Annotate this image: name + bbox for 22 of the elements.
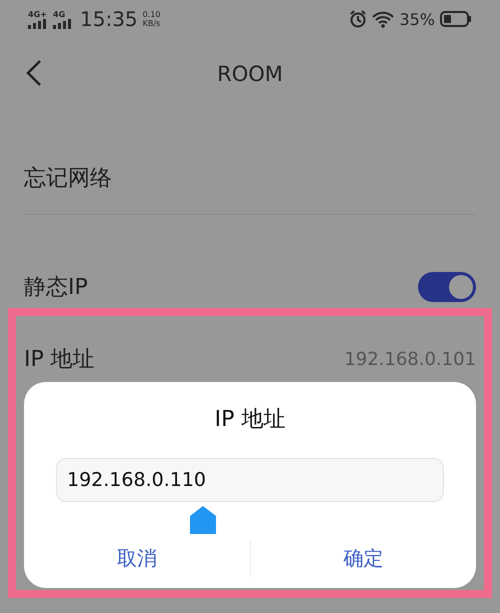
row-label: IP 地址: [24, 346, 95, 374]
signal-icon: [53, 18, 73, 28]
signal-icon: [28, 18, 48, 28]
speed-unit: KB/s: [142, 19, 160, 28]
battery-icon: [440, 11, 472, 27]
toggle-switch[interactable]: [418, 272, 476, 302]
alarm-icon: [349, 10, 368, 28]
row-label: 静态IP: [24, 274, 88, 302]
page-title: ROOM: [216, 62, 284, 86]
row-label: 忘记网络: [24, 165, 112, 193]
row-value: 192.168.0.101: [344, 348, 476, 370]
battery-percent: 35%: [399, 10, 435, 28]
confirm-button[interactable]: 确定: [250, 540, 476, 576]
cancel-button[interactable]: 取消: [24, 540, 250, 576]
network-label: 4G+: [28, 10, 47, 18]
network-label: 4G: [53, 10, 66, 18]
clock: 15:35: [80, 7, 138, 31]
input-field[interactable]: 192.168.0.110: [56, 458, 444, 502]
dialog-title: IP 地址: [214, 406, 286, 434]
speed-value: 0.10: [142, 10, 160, 19]
wifi-icon: [372, 10, 394, 28]
cursor-handle[interactable]: [190, 506, 216, 534]
